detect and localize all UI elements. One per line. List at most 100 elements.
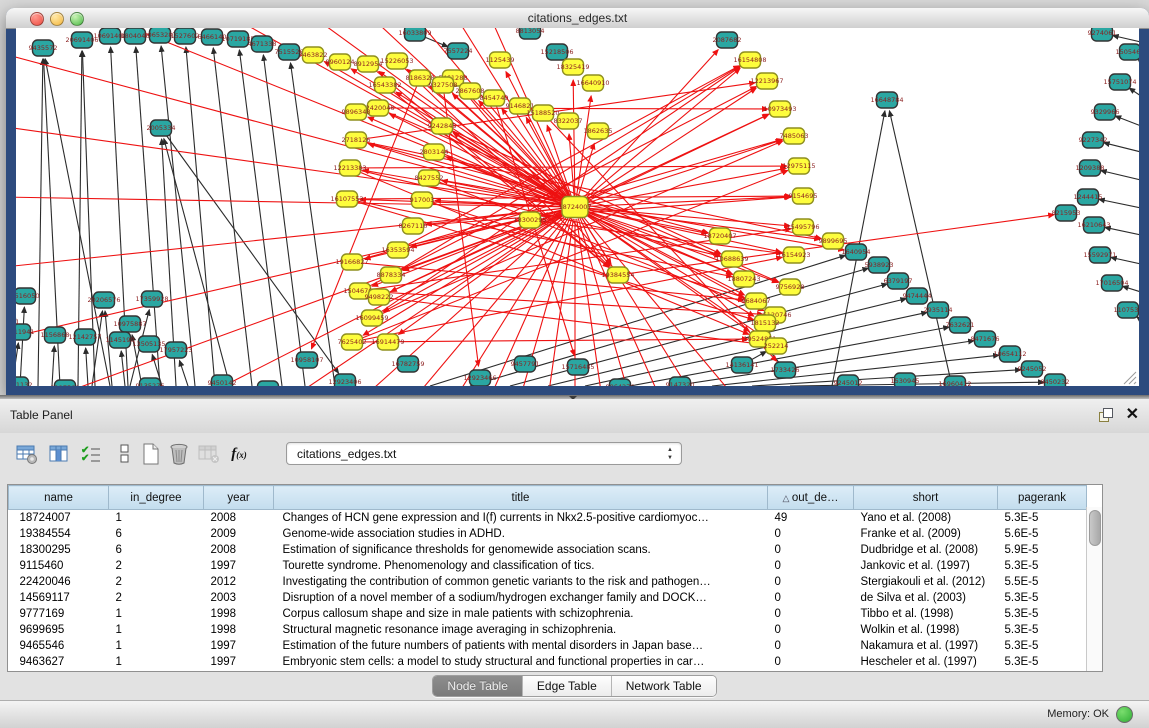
node-label: 1914501	[16, 318, 19, 326]
resize-grip-icon[interactable]	[1134, 382, 1136, 384]
tab-network-table[interactable]: Network Table	[612, 676, 716, 696]
column-header-pagerank[interactable]: pagerank	[998, 486, 1087, 510]
network-canvas[interactable]: 9435572206914061069140818040461065328715…	[16, 28, 1139, 386]
table-row[interactable]: 2242004622012Investigating the contribut…	[9, 574, 1087, 590]
network-edge	[161, 128, 339, 373]
node-label: 2005334	[147, 124, 176, 132]
column-header-short[interactable]: short	[854, 486, 998, 510]
table-selector-dropdown[interactable]: citations_edges.txt ▲▼	[286, 442, 682, 465]
table-toolbar: ✔✔ f(x) citations_edges.txt ▲▼	[8, 441, 1141, 473]
node-label: 1156868	[41, 331, 70, 339]
node-label: 16099459	[355, 314, 388, 322]
network-edge	[179, 360, 188, 386]
network-window-title: citations_edges.txt	[6, 11, 1149, 25]
node-label: 6379197	[884, 277, 913, 285]
node-label: 18724007	[558, 203, 591, 211]
node-label: 9245052	[1018, 365, 1047, 373]
network-edge	[1113, 35, 1139, 42]
node-label: 10688639	[715, 255, 748, 263]
network-edge	[378, 108, 768, 109]
node-label: 8813054	[516, 28, 545, 35]
node-label: 19166827	[335, 258, 368, 266]
node-label: 10654112	[993, 350, 1026, 358]
table-row[interactable]: 946554611997Estimation of the future num…	[9, 638, 1087, 654]
node-label: 17016504	[1095, 279, 1128, 287]
node-label: 18325419	[556, 63, 589, 71]
node-label: 15226053	[380, 57, 413, 65]
column-header-name[interactable]: name	[9, 486, 109, 510]
node-label: 1527602	[171, 32, 200, 40]
network-edge	[263, 55, 305, 386]
node-label: 9684067	[742, 297, 771, 305]
tab-node-table[interactable]: Node Table	[433, 676, 523, 696]
node-label: 15716485	[561, 363, 594, 371]
node-label: 1107533	[1114, 306, 1139, 314]
column-header-in_degree[interactable]: in_degree	[109, 486, 204, 510]
node-label: 1862635	[584, 127, 613, 135]
table-options-icon[interactable]	[14, 441, 40, 467]
network-edge	[1129, 88, 1139, 96]
table-tabs: Node TableEdge TableNetwork Table	[0, 675, 1149, 697]
column-header-year[interactable]: year	[204, 486, 274, 510]
node-label: 10975887	[113, 320, 146, 328]
new-table-icon[interactable]	[138, 441, 164, 467]
table-panel-title: Table Panel	[10, 408, 73, 422]
node-label: 9154695	[789, 192, 818, 200]
vertical-scrollbar[interactable]	[1086, 507, 1102, 671]
function-builder-icon[interactable]: f(x)	[226, 441, 252, 467]
table-row[interactable]: 1938455462009Genome-wide association stu…	[9, 526, 1087, 542]
table-row[interactable]: 1830029562008Estimation of significance …	[9, 542, 1087, 558]
node-label: 9135276	[136, 382, 165, 386]
tab-edge-table[interactable]: Edge Table	[523, 676, 612, 696]
table-panel-header: Table Panel ✕	[0, 399, 1149, 434]
close-icon[interactable]: ✕	[1126, 404, 1139, 424]
node-label: 7625402	[338, 338, 367, 346]
table-selector-value: citations_edges.txt	[297, 447, 396, 461]
network-edge	[20, 307, 24, 386]
node-label: 9327508	[429, 81, 458, 89]
node-label: 9227342	[1079, 136, 1108, 144]
node-label: 8322037	[554, 117, 583, 125]
node-label: 9242845	[428, 122, 457, 130]
node-label: 15751074	[1103, 78, 1136, 86]
node-label: 18720407	[703, 232, 736, 240]
dropdown-arrows-icon: ▲▼	[667, 446, 673, 462]
vertical-layout-icon[interactable]	[112, 441, 138, 467]
network-edge	[1115, 116, 1139, 126]
node-label: 16154923	[777, 251, 810, 259]
column-header-title[interactable]: title	[274, 486, 768, 510]
resize-grip-icon[interactable]	[1124, 372, 1136, 384]
node-label: 2935114	[924, 306, 953, 314]
node-label: 16648784	[870, 96, 903, 104]
show-columns-icon[interactable]	[46, 441, 72, 467]
table-row[interactable]: 946362711997Embryonic stem cells: a mode…	[9, 654, 1087, 670]
node-label: 1125439	[486, 56, 515, 64]
table-row[interactable]: 1456911722003Disruption of a novel membe…	[9, 590, 1087, 606]
float-window-icon[interactable]	[1099, 408, 1113, 422]
select-columns-icon[interactable]: ✔✔	[78, 441, 104, 467]
node-label: 7632621	[946, 321, 975, 329]
node-label: 2516050	[16, 292, 39, 300]
node-label: 18807243	[727, 275, 760, 283]
table-row[interactable]: 969969511998Structural magnetic resonanc…	[9, 622, 1087, 638]
delete-table-icon[interactable]	[166, 441, 192, 467]
network-window-titlebar[interactable]: citations_edges.txt	[6, 8, 1149, 29]
table-row[interactable]: 1872400712008Changes of HCN gene express…	[9, 510, 1087, 527]
column-header-out_de[interactable]: △ out_de…	[768, 486, 854, 510]
table-row[interactable]: 977716911998Corpus callosum shape and si…	[9, 606, 1087, 622]
node-label: 9474444	[903, 292, 932, 300]
table-panel-body: ✔✔ f(x) citations_edges.txt ▲▼ namein_de…	[0, 433, 1149, 700]
node-label: 15188520	[526, 109, 559, 117]
table-row[interactable]: 911546021997Tourette syndrome. Phenomeno…	[9, 558, 1087, 574]
node-label: 1244415	[1074, 193, 1103, 201]
scrollbar-thumb[interactable]	[1089, 510, 1101, 546]
network-edge	[105, 311, 112, 386]
node-label: 9329966	[1091, 108, 1120, 116]
node-label: 16960412	[938, 380, 971, 386]
node-label: 20206576	[87, 296, 120, 304]
node-label: 5051132	[16, 381, 32, 386]
status-bar: Memory: OK	[0, 700, 1149, 728]
node-label: 17957223	[159, 346, 192, 354]
memory-status-icon[interactable]	[1116, 706, 1133, 723]
node-label: 4671338	[248, 40, 277, 48]
